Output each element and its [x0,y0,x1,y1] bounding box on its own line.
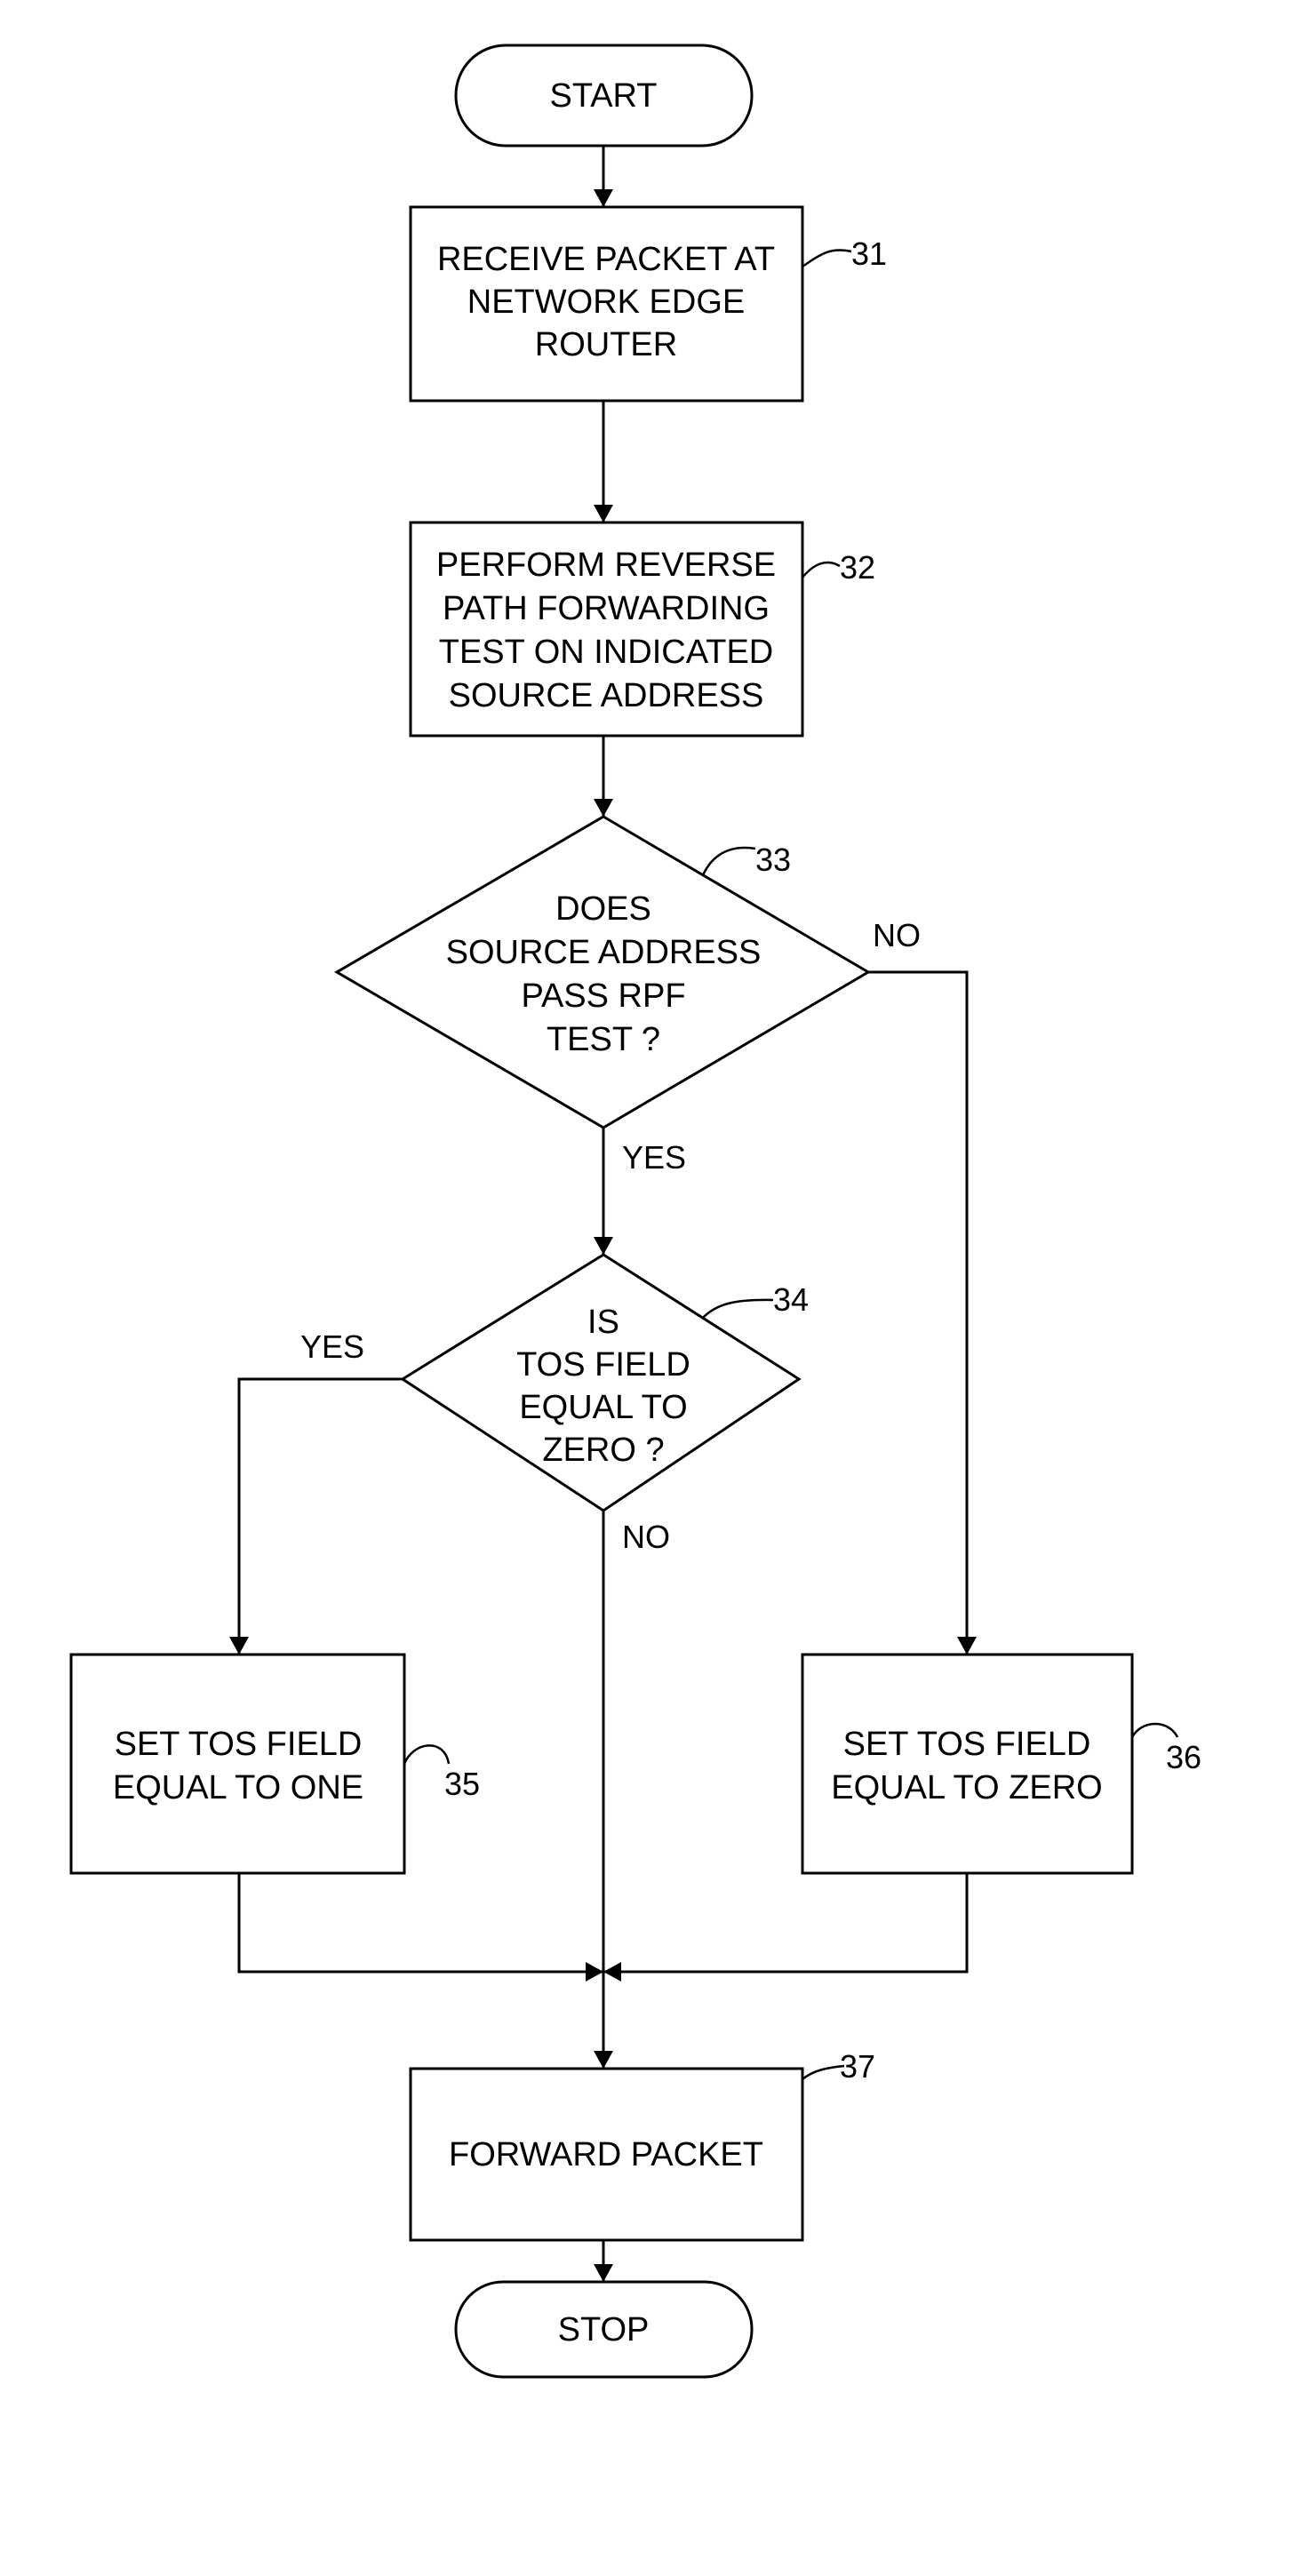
node-31-line-3: ROUTER [535,326,677,363]
callout-31 [802,249,852,268]
node-start-label: START [549,77,657,115]
node-35: SET TOS FIELD EQUAL TO ONE 35 [69,1653,480,1875]
node-32-line-4: SOURCE ADDRESS [449,677,764,714]
edge-label-34-yes: YES [300,1328,364,1365]
node-34-line-1: IS [587,1304,619,1341]
node-stop-label: STOP [558,2311,650,2349]
node-34-line-3: EQUAL TO [519,1389,687,1426]
callout-33 [701,846,756,876]
callout-32 [802,561,841,578]
node-33: DOES SOURCE ADDRESS PASS RPF TEST ? 33 N… [334,815,921,1176]
node-34-line-4: ZERO ? [542,1432,664,1469]
node-32-line-2: PATH FORWARDING [443,590,770,627]
node-33-line-4: TEST ? [547,1021,660,1058]
node-33-line-3: PASS RPF [521,977,685,1015]
ref-36: 36 [1166,1739,1201,1775]
callout-35 [403,1744,451,1765]
callout-34 [701,1298,774,1320]
node-37-line-1: FORWARD PACKET [449,2136,763,2173]
ref-32: 32 [840,549,875,586]
edge-33-no-to-36 [868,970,977,1655]
ref-34: 34 [773,1281,809,1318]
node-36-line-2: EQUAL TO ZERO [831,1769,1102,1806]
flowchart: START RECEIVE PACKET AT NETWORK EDGE ROU… [69,44,1201,2379]
node-start: START [454,44,754,148]
edge-label-34-no: NO [622,1519,670,1555]
node-34: IS TOS FIELD EQUAL TO ZERO ? 34 YES NO [300,1253,809,1555]
node-31: RECEIVE PACKET AT NETWORK EDGE ROUTER 31 [409,205,887,403]
callout-36 [1130,1722,1179,1738]
node-31-line-1: RECEIVE PACKET AT [437,241,775,278]
node-32: PERFORM REVERSE PATH FORWARDING TEST ON … [409,521,875,738]
node-32-line-1: PERFORM REVERSE [436,546,776,584]
edge-36-to-merge [603,1873,969,1982]
node-35-line-2: EQUAL TO ONE [113,1769,363,1806]
node-37: FORWARD PACKET 37 [409,2048,875,2242]
node-36-line-1: SET TOS FIELD [843,1726,1091,1763]
edge-35-to-merge [237,1873,603,1982]
ref-37: 37 [840,2048,875,2085]
node-32-line-3: TEST ON INDICATED [439,634,774,671]
callout-37 [802,2064,845,2080]
node-33-line-1: DOES [555,890,651,928]
edge-label-33-yes: YES [622,1139,686,1176]
node-35-line-1: SET TOS FIELD [115,1726,363,1763]
ref-31: 31 [851,235,887,272]
node-stop: STOP [454,2280,754,2379]
node-34-line-2: TOS FIELD [516,1346,690,1384]
node-36: SET TOS FIELD EQUAL TO ZERO 36 [801,1653,1201,1875]
connectors [229,146,977,2282]
edge-label-33-no: NO [873,917,921,953]
ref-35: 35 [444,1766,480,1802]
node-33-line-2: SOURCE ADDRESS [446,934,762,971]
edge-34-yes-to-35 [229,1377,403,1655]
ref-33: 33 [755,841,791,878]
node-31-line-2: NETWORK EDGE [467,283,745,321]
